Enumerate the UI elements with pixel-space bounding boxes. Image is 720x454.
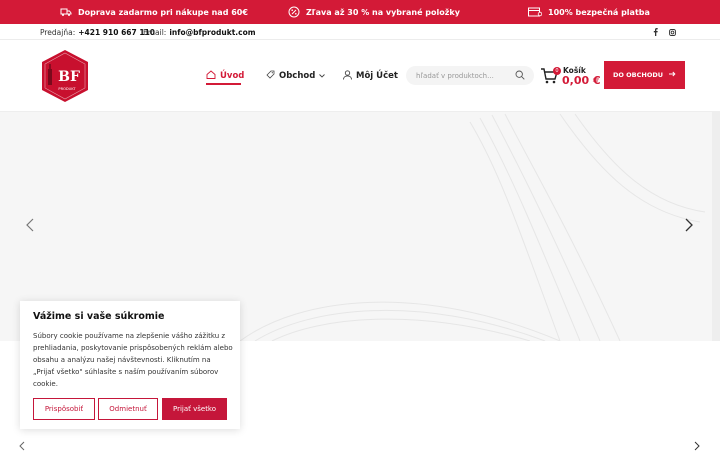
slider-prev-icon[interactable] bbox=[26, 218, 34, 236]
discount-icon bbox=[288, 6, 300, 18]
cookie-customize-button[interactable]: Prispôsobiť bbox=[33, 398, 95, 420]
brand-logo[interactable]: BF PRODUKT bbox=[40, 49, 90, 103]
home-icon bbox=[206, 70, 216, 82]
facebook-icon[interactable] bbox=[653, 24, 658, 40]
cookie-consent-panel: Vážime si vaše súkromie Súbory cookie po… bbox=[20, 301, 240, 429]
nav-home[interactable]: Úvod bbox=[206, 69, 244, 83]
chevron-down-icon bbox=[319, 71, 326, 81]
promo-discount: Zľava až 30 % na vybrané položky bbox=[288, 0, 460, 24]
cart-count-badge: 0 bbox=[553, 67, 561, 75]
arrow-right-icon bbox=[669, 71, 676, 79]
sales-label: Predajňa: bbox=[40, 27, 76, 37]
promo-secure-payment: 100% bezpečná platba bbox=[528, 0, 650, 24]
nav-account-label: Môj Účet bbox=[356, 71, 398, 81]
carousel-prev-icon[interactable] bbox=[19, 440, 25, 454]
go-to-shop-label: DO OBCHODU bbox=[612, 71, 664, 79]
cookie-reject-button[interactable]: Odmietnuť bbox=[98, 398, 158, 420]
logo-text: BF bbox=[58, 69, 80, 85]
carousel-next-icon[interactable] bbox=[694, 440, 700, 454]
email-label: Email: bbox=[143, 27, 167, 37]
cookie-accept-button[interactable]: Prijať všetko bbox=[162, 398, 227, 420]
logo-subtext: PRODUKT bbox=[58, 87, 76, 91]
sales-phone: Predajňa: +421 910 667 110 bbox=[40, 24, 155, 40]
active-nav-indicator bbox=[206, 83, 241, 85]
nav-home-label: Úvod bbox=[220, 71, 245, 81]
cookie-description: Súbory cookie používame na zlepšenie váš… bbox=[33, 332, 233, 388]
nav-shop[interactable]: Obchod bbox=[266, 69, 326, 83]
promo-text: 100% bezpečná platba bbox=[548, 7, 650, 17]
cart-total: 0,00 € bbox=[562, 74, 601, 87]
slider-next-icon[interactable] bbox=[685, 218, 693, 236]
promo-text: Doprava zadarmo pri nákupe nad 60€ bbox=[78, 7, 248, 17]
mini-cart[interactable]: 0 Košík 0,00 € bbox=[540, 64, 601, 90]
user-icon bbox=[343, 69, 352, 83]
promo-free-shipping: Doprava zadarmo pri nákupe nad 60€ bbox=[60, 0, 248, 24]
secure-payment-icon bbox=[528, 7, 542, 17]
nav-account[interactable]: Môj Účet bbox=[343, 69, 398, 83]
contact-bar: Predajňa: +421 910 667 110 Email: info@b… bbox=[0, 24, 720, 40]
go-to-shop-button[interactable]: DO OBCHODU bbox=[604, 61, 685, 89]
slide-edge bbox=[712, 112, 720, 341]
nav-shop-label: Obchod bbox=[279, 71, 316, 81]
promo-bar: Doprava zadarmo pri nákupe nad 60€ Zľava… bbox=[0, 0, 720, 24]
search-icon[interactable] bbox=[515, 70, 525, 82]
search-placeholder: hľadať v produktoch... bbox=[416, 71, 494, 80]
email-link[interactable]: info@bfprodukt.com bbox=[169, 28, 255, 37]
promo-text: Zľava až 30 % na vybrané položky bbox=[306, 7, 460, 17]
product-search[interactable]: hľadať v produktoch... bbox=[406, 66, 534, 85]
truck-icon bbox=[60, 7, 72, 17]
tag-icon bbox=[266, 70, 275, 82]
instagram-icon[interactable] bbox=[669, 24, 676, 40]
site-header: BF PRODUKT Úvod Obchod Môj Účet hľadať v… bbox=[0, 40, 720, 112]
cookie-title: Vážime si vaše súkromie bbox=[33, 311, 165, 322]
contact-email: Email: info@bfprodukt.com bbox=[143, 24, 256, 40]
